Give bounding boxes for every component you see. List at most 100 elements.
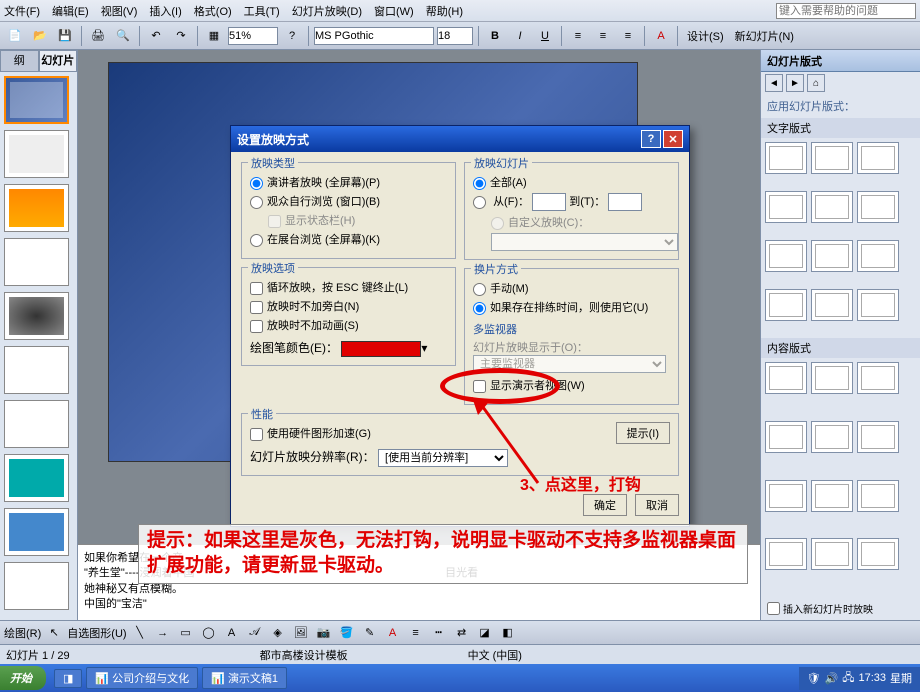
loop-checkbox[interactable]: 循环放映，按 ESC 键终止(L) bbox=[250, 279, 447, 295]
table-icon[interactable]: ▦ bbox=[203, 25, 225, 47]
hw-accel-checkbox[interactable]: 使用硬件图形加速(G) bbox=[250, 425, 371, 441]
narration-checkbox[interactable]: 放映时不加旁白(N) bbox=[250, 298, 447, 314]
slide-thumb-6[interactable] bbox=[4, 346, 69, 394]
fill-color-icon[interactable]: 🪣 bbox=[337, 623, 357, 643]
presenter-view-checkbox[interactable]: 显示演示者视图(W) bbox=[473, 377, 670, 393]
menu-help[interactable]: 帮助(H) bbox=[426, 3, 463, 19]
italic-icon[interactable]: I bbox=[509, 25, 531, 47]
system-tray[interactable]: 🛡 🔊 🖧 17:33 星期 bbox=[799, 667, 920, 690]
3d-icon[interactable]: ◧ bbox=[498, 623, 518, 643]
layout-item[interactable] bbox=[811, 480, 853, 512]
resolution-select[interactable]: [使用当前分辨率] bbox=[378, 449, 508, 467]
type-presenter-radio[interactable]: 演讲者放映 (全屏幕)(P) bbox=[250, 174, 447, 190]
underline-icon[interactable]: U bbox=[534, 25, 556, 47]
menu-view[interactable]: 视图(V) bbox=[101, 3, 138, 19]
type-browse-radio[interactable]: 观众自行浏览 (窗口)(B) bbox=[250, 193, 447, 209]
advance-timing-radio[interactable]: 如果存在排练时间，则使用它(U) bbox=[473, 299, 670, 315]
slide-thumb-4[interactable] bbox=[4, 238, 69, 286]
layout-item[interactable] bbox=[765, 480, 807, 512]
layout-item[interactable] bbox=[765, 142, 807, 174]
dash-style-icon[interactable]: ┅ bbox=[429, 623, 449, 643]
quicklaunch-icon[interactable]: ◨ bbox=[54, 669, 82, 688]
autoshape-menu[interactable]: 自选图形(U) bbox=[67, 625, 126, 641]
slide-thumb-7[interactable] bbox=[4, 400, 69, 448]
menu-format[interactable]: 格式(O) bbox=[194, 3, 232, 19]
shadow-icon[interactable]: ◪ bbox=[475, 623, 495, 643]
pointer-icon[interactable]: ↖ bbox=[44, 623, 64, 643]
new-icon[interactable]: 📄 bbox=[4, 25, 26, 47]
font-size-select[interactable] bbox=[437, 27, 473, 45]
arrow-icon[interactable]: → bbox=[153, 623, 173, 643]
help-search-input[interactable] bbox=[776, 3, 916, 19]
layout-item[interactable] bbox=[765, 289, 807, 321]
layout-item[interactable] bbox=[811, 142, 853, 174]
oval-icon[interactable]: ◯ bbox=[199, 623, 219, 643]
rect-icon[interactable]: ▭ bbox=[176, 623, 196, 643]
tips-button[interactable]: 提示(I) bbox=[616, 422, 670, 444]
dialog-titlebar[interactable]: 设置放映方式 ? ✕ bbox=[231, 126, 689, 152]
font-color-icon[interactable]: A bbox=[383, 623, 403, 643]
thumbnail-list[interactable] bbox=[0, 72, 77, 620]
menu-edit[interactable]: 编辑(E) bbox=[52, 3, 89, 19]
line-icon[interactable]: ╲ bbox=[130, 623, 150, 643]
slides-all-radio[interactable]: 全部(A) bbox=[473, 174, 670, 190]
undo-icon[interactable]: ↶ bbox=[145, 25, 167, 47]
task-back-icon[interactable]: ◄ bbox=[765, 74, 783, 92]
align-center-icon[interactable]: ≡ bbox=[592, 25, 614, 47]
advance-manual-radio[interactable]: 手动(M) bbox=[473, 280, 670, 296]
show-on-insert-checkbox[interactable] bbox=[767, 602, 780, 615]
new-slide-button[interactable]: 新幻灯片(N) bbox=[731, 28, 798, 44]
slide-thumb-10[interactable] bbox=[4, 562, 69, 610]
align-right-icon[interactable]: ≡ bbox=[617, 25, 639, 47]
slide-thumb-8[interactable] bbox=[4, 454, 69, 502]
menu-window[interactable]: 窗口(W) bbox=[374, 3, 414, 19]
redo-icon[interactable]: ↷ bbox=[170, 25, 192, 47]
layout-item[interactable] bbox=[857, 289, 899, 321]
slide-thumb-1[interactable] bbox=[4, 76, 69, 124]
line-color-icon[interactable]: ✎ bbox=[360, 623, 380, 643]
diagram-icon[interactable]: ◈ bbox=[268, 623, 288, 643]
layout-item[interactable] bbox=[765, 421, 807, 453]
draw-menu[interactable]: 绘图(R) bbox=[4, 625, 41, 641]
layout-item[interactable] bbox=[765, 240, 807, 272]
layout-item[interactable] bbox=[765, 362, 807, 394]
taskbar-item-1[interactable]: 📊 公司介绍与文化 bbox=[86, 667, 198, 689]
layout-item[interactable] bbox=[811, 362, 853, 394]
tab-slides[interactable]: 幻灯片 bbox=[39, 50, 78, 72]
layout-item[interactable] bbox=[811, 421, 853, 453]
layout-item[interactable] bbox=[811, 240, 853, 272]
task-fwd-icon[interactable]: ► bbox=[786, 74, 804, 92]
layout-item[interactable] bbox=[857, 142, 899, 174]
layout-item[interactable] bbox=[857, 480, 899, 512]
bold-icon[interactable]: B bbox=[484, 25, 506, 47]
layout-item[interactable] bbox=[765, 191, 807, 223]
slide-thumb-2[interactable] bbox=[4, 130, 69, 178]
line-style-icon[interactable]: ≡ bbox=[406, 623, 426, 643]
layout-item[interactable] bbox=[811, 191, 853, 223]
slide-thumb-5[interactable] bbox=[4, 292, 69, 340]
picture-icon[interactable]: 📷 bbox=[314, 623, 334, 643]
dialog-help-icon[interactable]: ? bbox=[641, 130, 661, 148]
design-button[interactable]: 设计(S) bbox=[683, 28, 728, 44]
dialog-close-icon[interactable]: ✕ bbox=[663, 130, 683, 148]
slide-thumb-9[interactable] bbox=[4, 508, 69, 556]
tab-outline[interactable]: 纲 bbox=[0, 50, 39, 72]
font-name-select[interactable] bbox=[314, 27, 434, 45]
layout-item[interactable] bbox=[811, 289, 853, 321]
from-spinner[interactable] bbox=[532, 193, 566, 211]
start-button[interactable]: 开始 bbox=[0, 666, 46, 690]
layout-item[interactable] bbox=[857, 191, 899, 223]
align-left-icon[interactable]: ≡ bbox=[567, 25, 589, 47]
menu-slideshow[interactable]: 幻灯片放映(D) bbox=[292, 3, 362, 19]
menu-tools[interactable]: 工具(T) bbox=[244, 3, 280, 19]
menu-file[interactable]: 文件(F) bbox=[4, 3, 40, 19]
to-spinner[interactable] bbox=[608, 193, 642, 211]
cancel-button[interactable]: 取消 bbox=[635, 494, 679, 516]
animation-checkbox[interactable]: 放映时不加动画(S) bbox=[250, 317, 447, 333]
save-icon[interactable]: 💾 bbox=[54, 25, 76, 47]
pen-color-select[interactable] bbox=[341, 341, 421, 357]
menu-insert[interactable]: 插入(I) bbox=[149, 3, 181, 19]
clipart-icon[interactable]: 🖼 bbox=[291, 623, 311, 643]
slides-range-radio[interactable]: 从(F)： 到(T)： bbox=[473, 193, 670, 211]
layout-item[interactable] bbox=[765, 538, 807, 570]
